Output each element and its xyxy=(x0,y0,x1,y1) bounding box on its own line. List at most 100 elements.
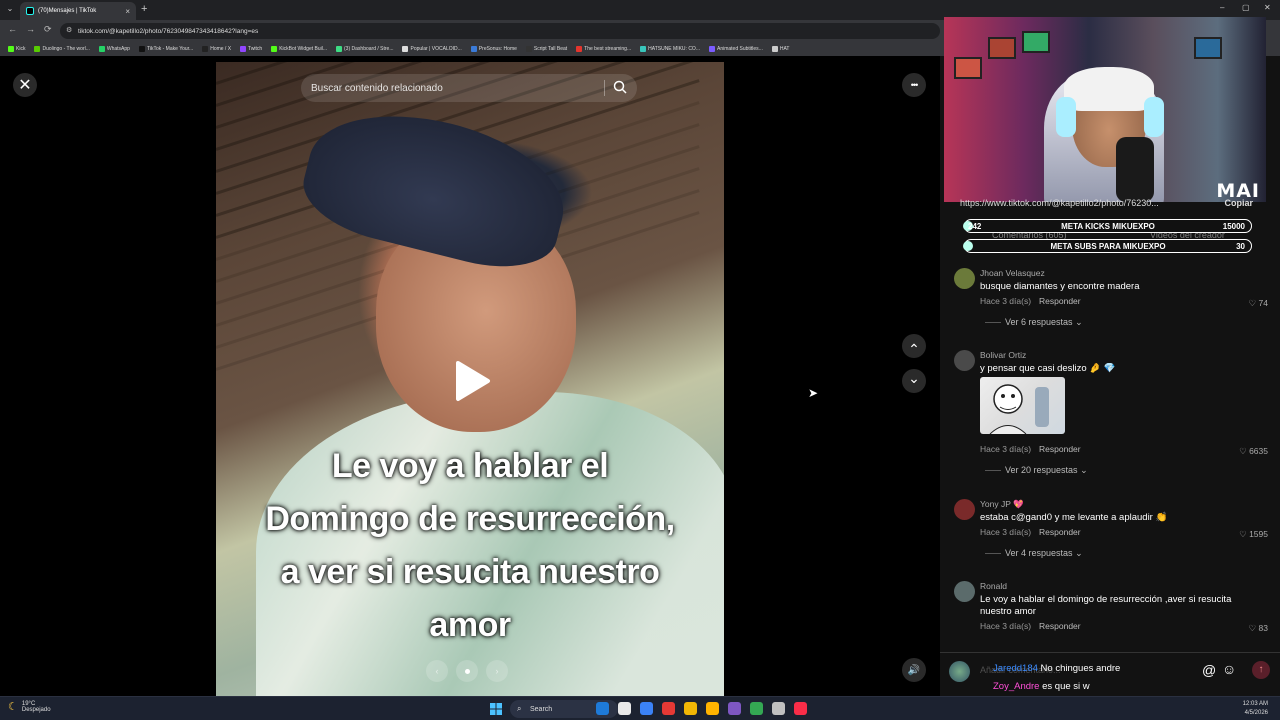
more-options-button[interactable]: ••• xyxy=(902,73,926,97)
system-clock[interactable]: 12:03 AM 4/5/2026 xyxy=(1243,700,1268,718)
caption-line: a ver si resucita nuestro xyxy=(280,553,660,591)
like-count: 1595 xyxy=(1249,529,1268,539)
bookmark-item[interactable]: Animated Subtitles... xyxy=(708,46,763,52)
bookmark-item[interactable]: (3) Dashboard / Stre... xyxy=(336,46,393,52)
chat-user: Zoy_Andre xyxy=(993,681,1040,692)
goal-bar-subs: META SUBS PARA MIKUEXPO 30 xyxy=(963,239,1252,253)
view-replies-button[interactable]: Ver 20 respuestas ⌄ xyxy=(985,465,1088,476)
emoji-icon[interactable]: ☺ xyxy=(1222,661,1236,677)
volume-button[interactable]: 🔊 xyxy=(902,658,926,682)
play-icon[interactable] xyxy=(454,360,492,402)
comment-username[interactable]: Jhoan Velasquez xyxy=(980,268,1045,278)
url-field[interactable]: ⚙ tiktok.com/@kapetillo2/photo/762304984… xyxy=(60,23,940,39)
bookmark-favicon-icon xyxy=(771,46,778,52)
taskbar-app-icon[interactable] xyxy=(684,702,697,715)
close-viewer-button[interactable]: ✕ xyxy=(13,73,37,97)
comment-username[interactable]: Bolivar Ortiz xyxy=(980,350,1026,360)
goal-current: 242 xyxy=(968,222,982,231)
comment-meta: Hace 3 día(s) Responder xyxy=(980,444,1081,454)
carousel-next-button[interactable]: › xyxy=(486,660,508,682)
taskbar-app-icon[interactable] xyxy=(772,702,785,715)
chat-message: Jaredd184 No chingues andre xyxy=(993,663,1120,674)
send-button[interactable]: ↑ xyxy=(1252,661,1270,679)
site-info-icon[interactable]: ⚙ xyxy=(66,26,72,34)
comment-username[interactable]: Yony JP 💖 xyxy=(980,499,1024,510)
bookmark-item[interactable]: PreSonus: Home xyxy=(470,46,517,52)
taskbar-app-icon[interactable] xyxy=(640,702,653,715)
window-close-button[interactable]: ✕ xyxy=(1264,3,1271,12)
reload-button[interactable]: ⟳ xyxy=(44,24,52,35)
taskbar-app-icon[interactable] xyxy=(728,702,741,715)
bookmark-label: Script Tall Beat xyxy=(533,46,568,52)
browser-tab-tiktok[interactable]: (70)Mensajes | TikTok × xyxy=(20,2,136,20)
bookmark-label: Kick xyxy=(16,46,26,52)
copy-link-button[interactable]: Copiar xyxy=(1224,198,1253,208)
reply-button[interactable]: Responder xyxy=(1039,527,1081,537)
weather-widget[interactable]: ☾ 19°C Despejado xyxy=(8,700,51,714)
comment-likes[interactable]: ♡ 1595 xyxy=(1239,529,1268,540)
bookmark-favicon-icon xyxy=(271,46,278,52)
bookmark-favicon-icon xyxy=(470,46,477,52)
comment-text: Le voy a hablar el domingo de resurrecci… xyxy=(980,594,1232,617)
bookmark-item[interactable]: KickBot Widget Buil... xyxy=(271,46,327,52)
search-icon[interactable] xyxy=(613,80,627,94)
avatar[interactable] xyxy=(954,350,975,371)
bookmark-item[interactable]: Home / X xyxy=(202,46,231,52)
view-replies-button[interactable]: Ver 6 respuestas ⌄ xyxy=(985,317,1083,328)
search-icon: ⌕ xyxy=(517,704,522,713)
bookmark-item[interactable]: Twitch xyxy=(240,46,262,52)
photo-cap xyxy=(294,92,578,282)
tab-list-button[interactable]: ⌄ xyxy=(4,4,16,16)
windows-start-icon[interactable] xyxy=(490,703,502,715)
related-search-input[interactable]: Buscar contenido relacionado xyxy=(301,74,637,102)
bookmark-item[interactable]: HATSUNE MIKU: CO... xyxy=(640,46,700,52)
taskbar-app-icon[interactable] xyxy=(794,702,807,715)
bookmark-item[interactable]: Kick xyxy=(8,46,25,52)
carousel-prev-button[interactable]: ‹ xyxy=(426,660,448,682)
previous-post-button[interactable]: ⌃ xyxy=(902,334,926,358)
wall-poster xyxy=(1194,37,1222,59)
tab-close-icon[interactable]: × xyxy=(125,7,130,16)
share-link-text: https://www.tiktok.com/@kapetillo2/photo… xyxy=(960,198,1159,208)
taskbar-app-icon[interactable] xyxy=(618,702,631,715)
back-button[interactable]: ← xyxy=(8,24,17,34)
bookmark-item[interactable]: Script Tall Beat xyxy=(525,46,568,52)
reply-button[interactable]: Responder xyxy=(1039,296,1081,306)
comment-sticker-image[interactable] xyxy=(980,377,1065,434)
comment-likes[interactable]: ♡ 83 xyxy=(1249,623,1268,634)
reply-button[interactable]: Responder xyxy=(1039,621,1081,631)
bookmark-label: The best streaming... xyxy=(584,46,632,52)
avatar[interactable] xyxy=(954,499,975,520)
mention-icon[interactable]: @ xyxy=(1202,662,1216,678)
reply-button[interactable]: Responder xyxy=(1039,444,1081,454)
post-photo[interactable]: Buscar contenido relacionado Le voy a ha… xyxy=(216,62,724,696)
forward-button[interactable]: → xyxy=(26,24,35,34)
goal-target: 30 xyxy=(1236,242,1245,251)
avatar[interactable] xyxy=(954,581,975,602)
chevron-down-icon: ⌄ xyxy=(1075,548,1083,558)
bookmark-item[interactable]: TikTok - Make Your... xyxy=(138,46,193,52)
search-divider xyxy=(604,80,605,96)
bookmark-item[interactable]: HAT xyxy=(771,46,789,52)
view-replies-button[interactable]: Ver 4 respuestas ⌄ xyxy=(985,548,1083,559)
taskbar-app-icon[interactable] xyxy=(706,702,719,715)
minimize-button[interactable]: – xyxy=(1220,3,1224,12)
bookmark-item[interactable]: WhatsApp xyxy=(98,46,130,52)
comment-username[interactable]: Ronald xyxy=(980,581,1007,591)
bookmark-item[interactable]: The best streaming... xyxy=(576,46,631,52)
taskbar-app-icon[interactable] xyxy=(750,702,763,715)
bookmark-item[interactable]: Popular | VOCALOID... xyxy=(402,46,462,52)
next-post-button[interactable]: ⌄ xyxy=(902,369,926,393)
bookmark-label: KickBot Widget Buil... xyxy=(279,46,328,52)
carousel-dot-active[interactable] xyxy=(456,660,478,682)
bookmark-item[interactable]: Duolingo - The worl... xyxy=(34,46,90,52)
taskbar-app-icon[interactable] xyxy=(662,702,675,715)
headphone-left xyxy=(1056,97,1076,137)
maximize-button[interactable]: ▢ xyxy=(1242,3,1250,12)
comment-likes[interactable]: ♡ 6635 xyxy=(1239,446,1268,457)
new-tab-button[interactable]: + xyxy=(141,3,147,15)
comment-likes[interactable]: ♡ 74 xyxy=(1249,298,1268,309)
avatar[interactable] xyxy=(954,268,975,289)
taskbar-app-icon[interactable] xyxy=(596,702,609,715)
chevron-down-icon: ⌄ xyxy=(1075,317,1083,327)
